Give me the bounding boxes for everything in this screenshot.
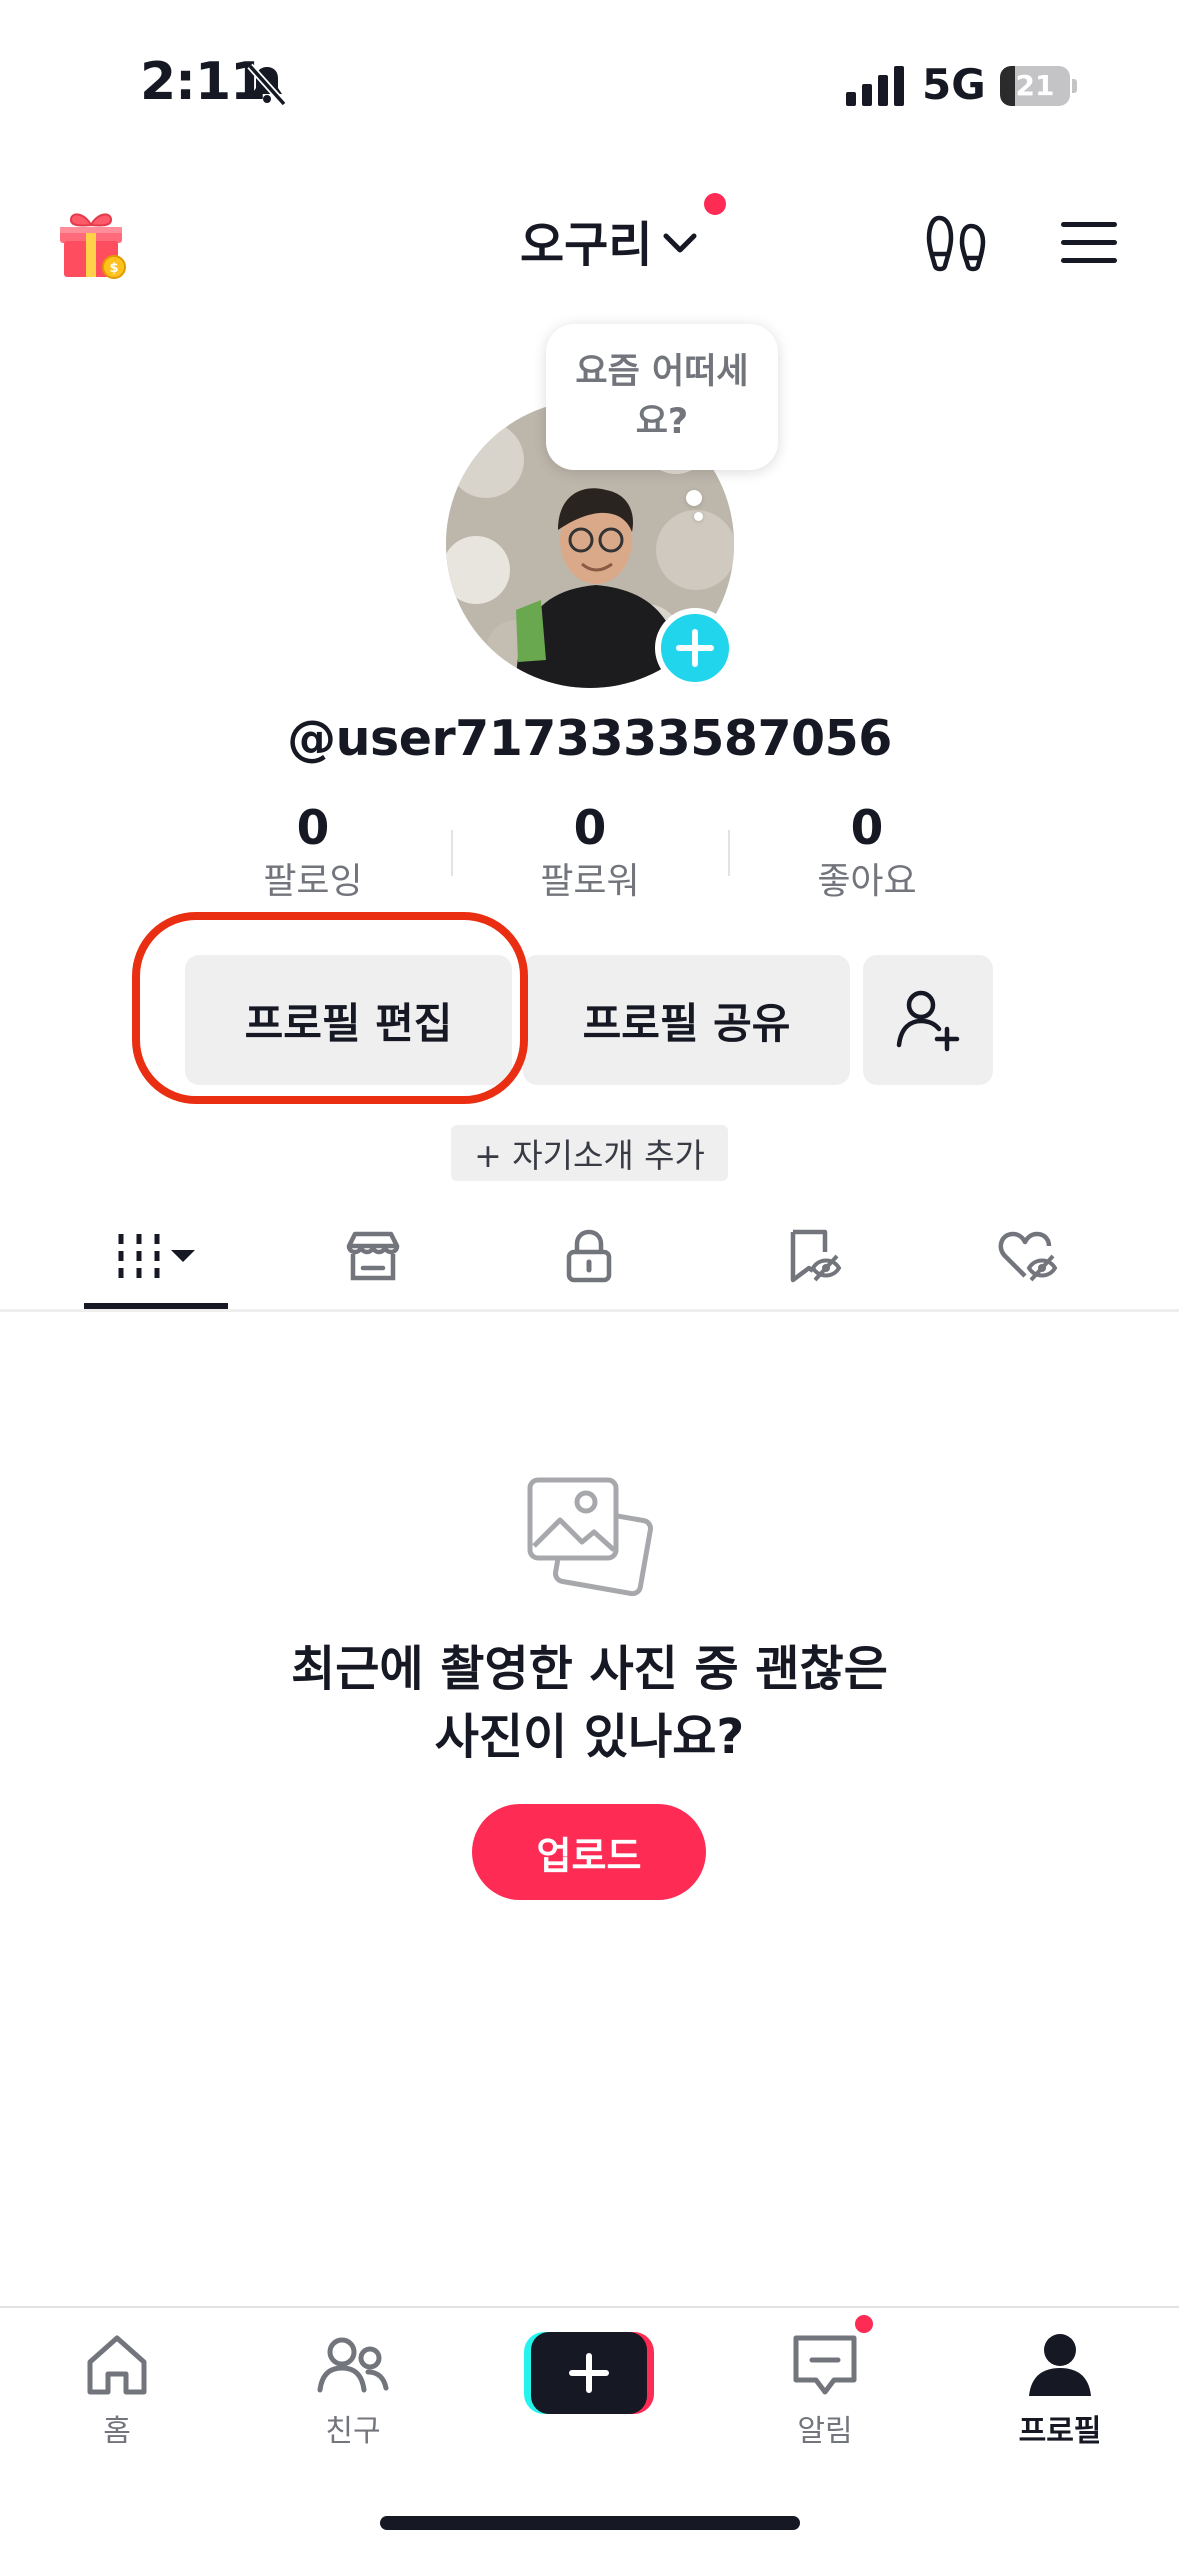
bubble-tail-small	[694, 512, 703, 521]
signal-icon	[846, 66, 904, 106]
account-name: 오구리	[520, 217, 653, 273]
stat-likes[interactable]: 0 좋아요	[729, 800, 1005, 906]
nav-label: 프로필	[1018, 2414, 1102, 2449]
add-photo-plus-icon[interactable]	[655, 608, 735, 688]
username: @user7173333587056	[287, 710, 892, 767]
nav-label: 알림	[797, 2414, 853, 2449]
tab-private[interactable]	[519, 1200, 659, 1312]
share-profile-button[interactable]: 프로필 공유	[523, 955, 850, 1085]
stat-following[interactable]: 0 팔로잉	[175, 800, 451, 906]
battery-indicator: 21	[1000, 66, 1077, 106]
status-bubble-text: 요즘 어떠세요?	[575, 352, 749, 442]
nav-profile[interactable]: 프로필	[985, 2328, 1135, 2468]
upload-button[interactable]: 업로드	[472, 1804, 706, 1900]
footprints-icon[interactable]	[925, 212, 989, 276]
bubble-tail	[686, 490, 702, 506]
tab-saved[interactable]	[741, 1200, 881, 1312]
grid-icon	[118, 1234, 195, 1278]
lock-icon	[566, 1229, 612, 1283]
friends-icon	[317, 2337, 389, 2393]
nav-label: 홈	[103, 2414, 131, 2449]
svg-text:$: $	[109, 261, 118, 276]
stat-label: 팔로워	[540, 861, 640, 902]
photos-icon	[527, 1477, 654, 1597]
account-switcher[interactable]: 오구리	[520, 205, 700, 275]
add-bio-button[interactable]: + 자기소개 추가	[451, 1125, 728, 1181]
add-friend-button[interactable]	[863, 955, 993, 1085]
stat-value: 0	[296, 801, 330, 856]
status-bubble[interactable]: 요즘 어떠세요?	[546, 324, 778, 470]
profile-stats: 0 팔로잉 0 팔로워 0 좋아요	[175, 800, 1005, 910]
edit-profile-highlight-annotation	[132, 912, 528, 1104]
chevron-down-icon	[663, 233, 697, 253]
inbox-notification-dot	[852, 2312, 876, 2336]
stat-followers[interactable]: 0 팔로워	[452, 800, 728, 906]
home-indicator[interactable]	[380, 2516, 800, 2530]
shop-icon	[346, 1231, 400, 1281]
active-tab-indicator	[84, 1303, 228, 1309]
empty-state-title: 최근에 촬영한 사진 중 괜찮은 사진이 있나요?	[291, 1641, 888, 1765]
gift-icon[interactable]: $	[52, 205, 130, 283]
add-user-icon	[896, 990, 960, 1052]
nav-home[interactable]: 홈	[42, 2328, 192, 2468]
bookmark-icon	[790, 1229, 842, 1283]
tab-posts[interactable]	[84, 1200, 228, 1312]
stat-value: 0	[573, 801, 607, 856]
tab-shop[interactable]	[303, 1200, 443, 1312]
bell-off-icon	[247, 63, 287, 107]
create-button[interactable]	[524, 2332, 654, 2414]
stat-label: 팔로잉	[263, 861, 363, 902]
home-icon	[87, 2335, 147, 2395]
nav-friends[interactable]: 친구	[278, 2328, 428, 2468]
stat-value: 0	[850, 801, 884, 856]
menu-icon[interactable]	[1059, 218, 1119, 268]
heart-hidden-icon	[998, 1231, 1058, 1282]
content-tabs	[0, 1200, 1179, 1312]
nav-inbox[interactable]: 알림	[750, 2328, 900, 2468]
inbox-icon	[793, 2335, 857, 2395]
profile-icon	[1029, 2334, 1091, 2396]
status-bar: 2:11 5G 21	[0, 0, 1179, 170]
account-notification-dot	[704, 193, 726, 215]
stat-label: 좋아요	[817, 861, 917, 902]
create-plus-icon	[569, 2353, 609, 2393]
tab-liked[interactable]	[957, 1200, 1097, 1312]
battery-level: 21	[1015, 69, 1055, 102]
nav-label: 친구	[325, 2414, 381, 2449]
network-label: 5G	[922, 60, 986, 109]
